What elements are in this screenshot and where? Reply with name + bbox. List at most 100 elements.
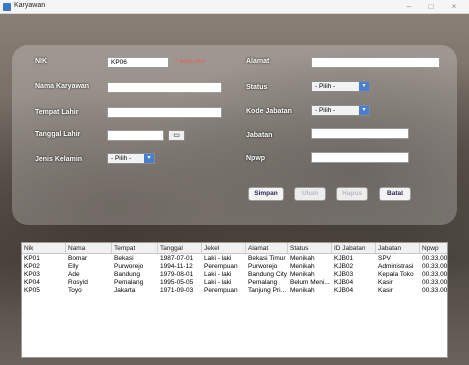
table-cell: 00.33.0003 xyxy=(422,271,447,278)
kode-jabatan-label: Kode Jabatan xyxy=(246,108,292,115)
table-cell: Elly xyxy=(68,263,79,270)
table-cell: 1995-05-05 xyxy=(160,279,194,286)
table-cell: SPV xyxy=(378,255,392,262)
table-cell: KJB01 xyxy=(334,255,354,262)
table-cell: Perempuan xyxy=(204,263,238,270)
column-header[interactable]: Jabatan xyxy=(376,243,420,254)
table-cell: 00.33.0001 xyxy=(422,255,447,262)
table-cell: Menikah xyxy=(290,255,315,262)
karyawan-table[interactable]: Nik Nama Tempat Tanggal Jekel Alamat Sta… xyxy=(21,242,448,358)
table-cell: KP01 xyxy=(24,255,40,262)
kode-jabatan-select[interactable]: - Pilih - ▾ xyxy=(311,105,370,116)
table-row[interactable]: KP05 Toyo Jakarta 1971-09-03 Perempuan T… xyxy=(22,287,447,295)
table-cell: Laki - laki xyxy=(204,279,232,286)
column-header[interactable]: Npwp xyxy=(420,243,447,254)
table-cell: Ade xyxy=(68,271,80,278)
table-row[interactable]: KP01 Bomar Bekasi 1987-07-01 Laki - laki… xyxy=(22,255,447,263)
table-cell: Bomar xyxy=(68,255,88,262)
table-cell: 1994-11-12 xyxy=(160,263,193,270)
table-cell: Menikah xyxy=(290,271,315,278)
table-cell: 00.33.0005 xyxy=(422,287,447,294)
column-header[interactable]: Nik xyxy=(22,243,66,254)
hapus-button[interactable]: Hapus xyxy=(336,187,368,201)
table-cell: 00.33.0004 xyxy=(422,279,447,286)
table-cell: Toyo xyxy=(68,287,82,294)
column-header[interactable]: ID Jabatan xyxy=(332,243,376,254)
tempat-lahir-label: Tempat Lahir xyxy=(35,109,79,116)
title-bar: Karyawan – □ × xyxy=(0,0,469,14)
nik-label: NIK xyxy=(35,58,48,65)
table-cell: KJB03 xyxy=(334,271,354,278)
jenis-kelamin-label: Jenis Kelamin xyxy=(35,156,83,163)
table-cell: Laki - laki xyxy=(204,271,232,278)
calendar-icon[interactable]: ▭ xyxy=(168,130,185,141)
table-cell: KJB04 xyxy=(334,279,354,286)
table-cell: Kepala Toko xyxy=(378,271,414,278)
npwp-label: Npwp xyxy=(246,155,266,162)
status-select[interactable]: - Pilih - ▾ xyxy=(311,81,370,92)
batal-button[interactable]: Batal xyxy=(379,187,411,201)
table-row[interactable]: KP04 Rosyid Pemalang 1995-05-05 Laki - l… xyxy=(22,279,447,287)
column-header[interactable]: Jekel xyxy=(202,243,246,254)
table-cell: KP04 xyxy=(24,279,40,286)
jenis-kelamin-select[interactable]: - Pilih - ▾ xyxy=(107,153,155,164)
table-cell: Bandung City xyxy=(248,271,288,278)
kode-jabatan-value: - Pilih - xyxy=(315,107,336,114)
column-header[interactable]: Alamat xyxy=(246,243,288,254)
maximize-button[interactable]: □ xyxy=(424,1,438,12)
table-cell: Administrasi xyxy=(378,263,414,270)
table-cell: Purworejo xyxy=(114,263,144,270)
table-cell: KJB04 xyxy=(334,287,354,294)
table-cell: Kasir xyxy=(378,287,393,294)
table-cell: Belum Meni... xyxy=(290,279,330,286)
window-title: Karyawan xyxy=(14,2,46,9)
tempat-lahir-input[interactable] xyxy=(107,107,222,118)
table-cell: Menikah xyxy=(290,263,315,270)
jenis-kelamin-value: - Pilih - xyxy=(111,155,132,162)
alamat-input[interactable] xyxy=(311,57,440,68)
jabatan-label: Jabatan xyxy=(246,132,273,139)
nama-input[interactable] xyxy=(107,82,222,93)
table-cell: KP03 xyxy=(24,271,40,278)
table-header: Nik Nama Tempat Tanggal Jekel Alamat Sta… xyxy=(22,243,447,254)
status-value: - Pilih - xyxy=(315,83,336,90)
minimize-button[interactable]: – xyxy=(402,1,416,12)
tanggal-lahir-label: Tanggal Lahir xyxy=(35,131,81,138)
nama-label: Nama Karyawan xyxy=(35,83,90,90)
table-cell: Jakarta xyxy=(114,287,136,294)
column-header[interactable]: Tanggal xyxy=(158,243,202,254)
table-cell: Purworejo xyxy=(248,263,278,270)
table-cell: Kasir xyxy=(378,279,393,286)
column-header[interactable]: Status xyxy=(288,243,332,254)
chevron-down-icon: ▾ xyxy=(359,82,369,91)
simpan-button[interactable]: Simpan xyxy=(248,187,284,201)
npwp-input[interactable] xyxy=(311,152,409,163)
table-row[interactable]: KP03 Ade Bandung 1979-08-01 Laki - laki … xyxy=(22,271,447,279)
table-cell: Laki - laki xyxy=(204,255,232,262)
chevron-down-icon: ▾ xyxy=(359,106,369,115)
table-cell: Bekasi xyxy=(114,255,134,262)
table-cell: Tanjung Pri... xyxy=(248,287,286,294)
table-cell: KJB02 xyxy=(334,263,354,270)
table-cell: 1971-09-03 xyxy=(160,287,194,294)
table-row[interactable]: KP02 Elly Purworejo 1994-11-12 Perempuan… xyxy=(22,263,447,271)
close-button[interactable]: × xyxy=(447,1,461,12)
table-cell: Bandung xyxy=(114,271,141,278)
table-cell: KP02 xyxy=(24,263,40,270)
ubah-button[interactable]: Ubah xyxy=(294,187,326,201)
nik-warning: * wajib diisi xyxy=(175,59,205,65)
table-cell: Rosyid xyxy=(68,279,88,286)
table-cell: 1987-07-01 xyxy=(160,255,194,262)
table-cell: 00.33.0002 xyxy=(422,263,447,270)
table-cell: 1979-08-01 xyxy=(160,271,194,278)
column-header[interactable]: Tempat xyxy=(112,243,158,254)
app-icon xyxy=(3,3,11,11)
column-header[interactable]: Nama xyxy=(66,243,112,254)
nik-input[interactable]: KP06 xyxy=(107,57,169,68)
tanggal-lahir-input[interactable] xyxy=(107,130,164,141)
table-cell: KP05 xyxy=(24,287,40,294)
table-cell: Perempuan xyxy=(204,287,238,294)
table-cell: Bekasi Timur xyxy=(248,255,286,262)
jabatan-input[interactable] xyxy=(311,128,409,139)
table-cell: Pemalang xyxy=(114,279,144,286)
